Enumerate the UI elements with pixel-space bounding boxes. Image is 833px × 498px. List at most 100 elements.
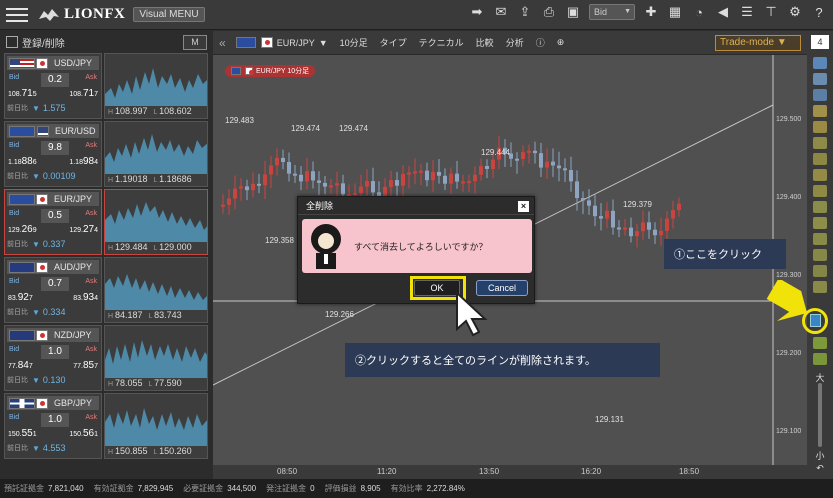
sparkline-area [105,408,207,446]
timeframe-button[interactable]: 10分足 [340,36,368,49]
change-label: 前日比 [7,173,28,180]
zoom-slider[interactable] [818,383,822,447]
sound-icon[interactable]: ◀ [715,4,731,20]
tool-button[interactable] [813,153,827,165]
help-icon[interactable]: ? [811,4,827,20]
undo-icon[interactable]: ↶ [813,463,827,475]
crosshair-target-icon[interactable]: ⊕ [557,37,565,48]
rate-box[interactable]: NZD/JPY Bid Ask 1.0 77.847 77.857 前日比 ▼ 0.… [4,325,102,391]
collapse-icon[interactable]: « [219,36,226,50]
ask-price[interactable]: 1.18984 [69,156,98,167]
tool-button[interactable] [813,201,827,213]
pair-name: EUR/USD [55,126,96,136]
tool-button[interactable] [813,89,827,101]
eu-flag-icon [231,67,241,75]
tool-button[interactable] [813,353,827,365]
trade-mode-select[interactable]: Trade-mode ▼ [715,35,801,51]
rate-box[interactable]: GBP/JPY Bid Ask 1.0 150.551 150.561 前日比 ▼… [4,393,102,459]
chart-tag: EUR/JPY 10分足 [225,65,316,77]
ask-price[interactable]: 83.934 [73,292,98,303]
rate-box[interactable]: USD/JPY Bid Ask 0.2 108.715 108.717 前日比 ▼… [4,53,102,119]
bid-price[interactable]: 129.269 [8,224,37,235]
ask-price[interactable]: 150.561 [69,428,98,439]
tool-button[interactable] [813,281,827,293]
ask-main: 93 [82,292,95,303]
gear-icon[interactable]: ⚙ [787,4,803,20]
price-label: 129.131 [595,415,624,424]
pair-select[interactable]: EUR/JPY ▼ [234,37,328,48]
tool-button[interactable] [813,169,827,181]
bid-select[interactable]: Bid [589,4,635,20]
candle-body [305,171,309,182]
visual-menu-button[interactable]: Visual MENU [133,7,205,22]
zoom-in-icon[interactable]: 大 [813,371,827,383]
tool-button[interactable] [813,217,827,229]
tool-button[interactable] [813,121,827,133]
register-icon[interactable] [6,36,18,48]
tool-button[interactable] [813,73,827,85]
tool-button[interactable] [813,337,827,349]
list-icon[interactable]: ☰ [739,4,755,20]
candle-body [485,165,489,169]
bid-prefix: 108. [8,91,22,98]
rate-box[interactable]: EUR/USD Bid Ask 9.8 1.18886 1.18984 前日比 ▼… [4,121,102,187]
ask-price[interactable]: 108.717 [69,88,98,99]
rate-card-eurusd[interactable]: EUR/USD Bid Ask 9.8 1.18886 1.18984 前日比 ▼… [4,121,209,187]
bid-price[interactable]: 83.927 [8,292,33,303]
tool-button[interactable] [813,185,827,197]
pie-icon[interactable]: ◔ [691,4,707,20]
bid-price[interactable]: 150.551 [8,428,37,439]
tool-button[interactable] [813,265,827,277]
bid-price[interactable]: 108.715 [8,88,37,99]
candle-body [449,173,453,184]
rate-card-nzdjpy[interactable]: NZD/JPY Bid Ask 1.0 77.847 77.857 前日比 ▼ 0.… [4,325,209,391]
compare-button[interactable]: 比較 [476,36,494,49]
low-value: 1.18686 [154,174,192,184]
rate-card-audjpy[interactable]: AUD/JPY Bid Ask 0.7 83.927 83.934 前日比 ▼ 0.… [4,257,209,323]
ask-label: Ask [85,142,97,149]
rate-box[interactable]: EUR/JPY Bid Ask 0.5 129.269 129.274 前日比 ▼… [4,189,102,255]
tool-button[interactable] [813,57,827,69]
dialog-message-box: すべて消去してよろしいですか？ [302,219,532,273]
tool-button[interactable] [813,249,827,261]
ask-price[interactable]: 129.274 [69,224,98,235]
analysis-button[interactable]: 分析 [506,36,524,49]
rate-card-usdjpy[interactable]: USD/JPY Bid Ask 0.2 108.715 108.717 前日比 ▼… [4,53,209,119]
info-icon[interactable]: ⓘ [536,36,545,49]
pin-icon[interactable]: ⊤ [763,4,779,20]
au-flag-icon [9,261,35,273]
register-delete-link[interactable]: 登録/削除 [22,35,65,50]
crosshair-icon[interactable]: ✚ [643,4,659,20]
ask-label: Ask [85,74,97,81]
save-icon[interactable]: ▣ [565,4,581,20]
candle-body [635,231,639,237]
candle-body [263,174,267,186]
rate-card-gbpjpy[interactable]: GBP/JPY Bid Ask 1.0 150.551 150.561 前日比 ▼… [4,393,209,459]
menu-icon[interactable] [6,4,28,26]
ok-button[interactable]: OK [414,280,460,296]
tool-button[interactable] [813,137,827,149]
tool-button[interactable] [813,105,827,117]
high-value: 84.187 [108,310,143,320]
ask-price[interactable]: 77.857 [73,360,98,371]
print-icon[interactable]: ⎙ [541,4,557,20]
rate-card-eurjpy[interactable]: EUR/JPY Bid Ask 0.5 129.269 129.274 前日比 ▼… [4,189,209,255]
m-button[interactable]: M [183,34,207,50]
candle-body [293,173,297,176]
tool-button[interactable] [813,233,827,245]
settlement-icon[interactable]: ✉ [493,4,509,20]
order-icon[interactable]: ➡ [469,4,485,20]
type-button[interactable]: タイプ [380,36,407,49]
layout-icon[interactable]: ▦ [667,4,683,20]
technical-button[interactable]: テクニカル [419,36,464,49]
zoom-out-icon[interactable]: 小 [813,449,827,461]
yellow-arrow-icon [766,280,808,322]
bid-price[interactable]: 1.18886 [8,156,37,167]
us-flag-icon [37,125,49,137]
candle-body [539,153,543,168]
change-label: 前日比 [7,241,28,248]
bid-price[interactable]: 77.847 [8,360,33,371]
export-icon[interactable]: ⇪ [517,4,533,20]
close-icon[interactable]: × [518,201,529,212]
rate-box[interactable]: AUD/JPY Bid Ask 0.7 83.927 83.934 前日比 ▼ 0.… [4,257,102,323]
